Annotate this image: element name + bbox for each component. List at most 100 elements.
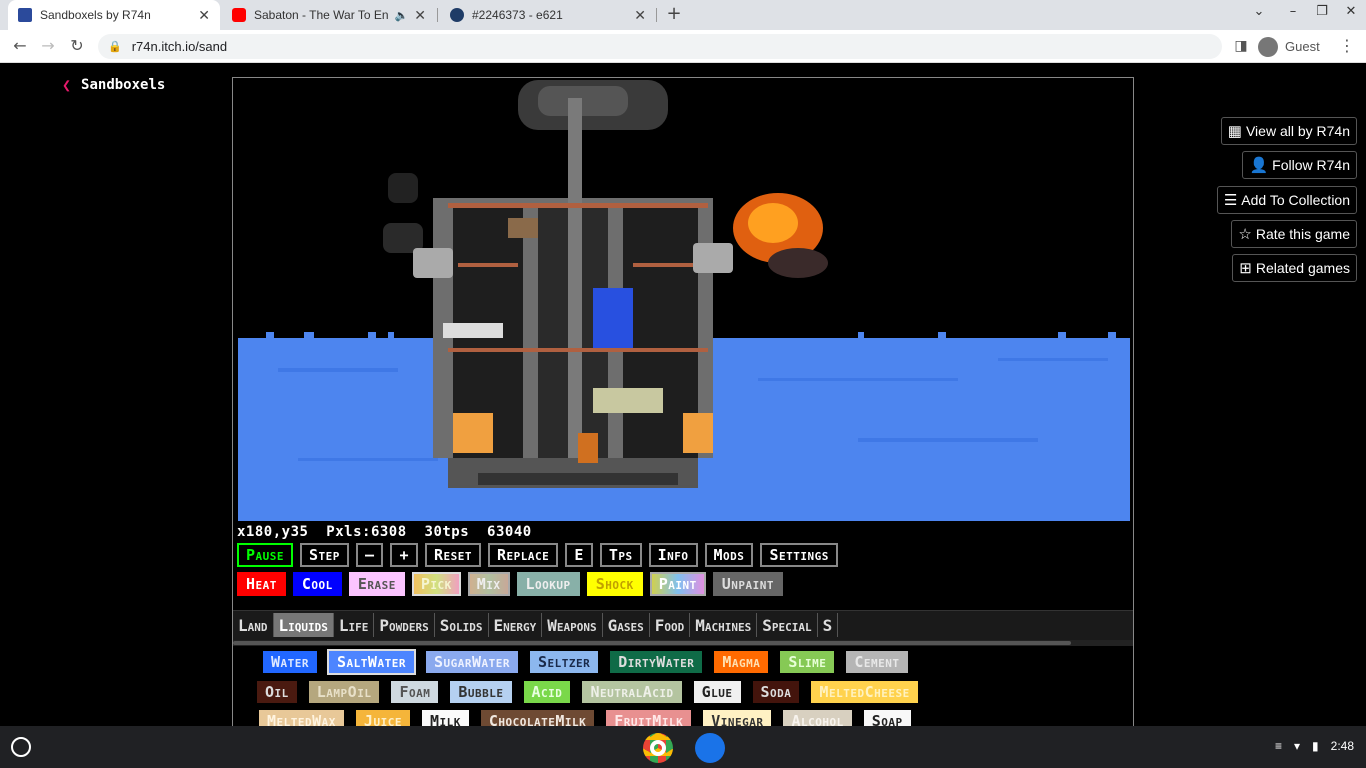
close-icon[interactable]: ✕ bbox=[414, 7, 426, 24]
element-saltwater-button[interactable]: SaltWater bbox=[327, 649, 416, 675]
itch-page: ❮ Sandboxels ▦ View all by R74n 👤 Follow R… bbox=[0, 64, 1366, 726]
game-iframe[interactable]: x180,y35 Pxls:6308 30tps 63040 Pause Ste… bbox=[232, 77, 1134, 726]
element-cement-button[interactable]: Cement bbox=[844, 649, 910, 675]
playlist-add-icon: ☰ bbox=[1223, 192, 1238, 209]
step-button[interactable]: Step bbox=[300, 543, 349, 567]
element-fruitmilk-button[interactable]: FruitMilk bbox=[604, 708, 694, 726]
heat-tool-button[interactable]: Heat bbox=[237, 572, 286, 596]
element-water-button[interactable]: Water bbox=[261, 649, 320, 675]
status-area[interactable]: ≡ ▾ ▮ 2:48 bbox=[1275, 739, 1354, 753]
reload-icon[interactable]: ↻ bbox=[66, 35, 88, 57]
cool-tool-button[interactable]: Cool bbox=[292, 572, 342, 596]
close-window-icon[interactable]: ✕ bbox=[1340, 4, 1362, 19]
element-slime-button[interactable]: Slime bbox=[778, 649, 837, 675]
tab-life[interactable]: Life bbox=[334, 613, 375, 637]
element-magma-button[interactable]: Magma bbox=[712, 649, 771, 675]
os-shelf: ≡ ▾ ▮ 2:48 bbox=[0, 726, 1366, 768]
pause-button[interactable]: Pause bbox=[237, 543, 294, 567]
element-foam-button[interactable]: Foam bbox=[389, 679, 441, 705]
mods-button[interactable]: Mods bbox=[704, 543, 754, 567]
close-icon[interactable]: ✕ bbox=[634, 7, 646, 24]
pick-tool-button[interactable]: Pick bbox=[411, 572, 461, 596]
element-vinegar-button[interactable]: Vinegar bbox=[701, 708, 774, 726]
tab-special[interactable]: Special bbox=[757, 613, 818, 637]
element-lampoil-button[interactable]: LampOil bbox=[306, 679, 382, 705]
files-icon[interactable] bbox=[695, 733, 725, 763]
tps-button[interactable]: Tps bbox=[599, 543, 642, 567]
lookup-tool-button[interactable]: Lookup bbox=[516, 572, 580, 596]
element-seltzer-button[interactable]: Seltzer bbox=[528, 649, 601, 675]
related-games-button[interactable]: ⊞ Related games bbox=[1232, 254, 1357, 282]
tab-food[interactable]: Food bbox=[650, 613, 691, 637]
info-button[interactable]: Info bbox=[648, 543, 698, 567]
reset-button[interactable]: Reset bbox=[425, 543, 482, 567]
game-title-link: Sandboxels bbox=[81, 77, 166, 93]
e-button[interactable]: E bbox=[565, 543, 593, 567]
element-milk-button[interactable]: Milk bbox=[419, 708, 471, 726]
back-arrow-icon[interactable]: ← bbox=[9, 35, 31, 57]
tab-sabaton[interactable]: Sabaton - The War To End All Wars 🔈 ✕ bbox=[222, 0, 436, 30]
rate-game-button[interactable]: ☆ Rate this game bbox=[1231, 220, 1357, 248]
address-bar[interactable]: 🔒 r74n.itch.io/sand bbox=[98, 34, 1222, 59]
tab-land[interactable]: Land bbox=[233, 613, 274, 637]
element-neutralacid-button[interactable]: NeutralAcid bbox=[580, 679, 684, 705]
element-soap-button[interactable]: Soap bbox=[861, 708, 913, 726]
element-oil-button[interactable]: Oil bbox=[255, 679, 299, 705]
unpaint-tool-button[interactable]: Unpaint bbox=[712, 572, 784, 596]
element-glue-button[interactable]: Glue bbox=[691, 679, 743, 705]
element-sugarwater-button[interactable]: SugarWater bbox=[423, 649, 520, 675]
launcher-icon[interactable] bbox=[11, 737, 31, 757]
menu-kebab-icon[interactable]: ⋮ bbox=[1336, 35, 1358, 57]
element-alcohol-button[interactable]: Alcohol bbox=[781, 708, 854, 726]
tab-s-partial[interactable]: S bbox=[818, 613, 839, 637]
e621-favicon-icon bbox=[450, 8, 464, 22]
element-bubble-button[interactable]: Bubble bbox=[448, 679, 514, 705]
add-to-collection-button[interactable]: ☰ Add To Collection bbox=[1216, 186, 1357, 214]
side-panel-icon[interactable]: ◨ bbox=[1230, 35, 1252, 57]
back-to-game-link[interactable]: ❮ Sandboxels bbox=[62, 76, 165, 94]
forward-arrow-icon[interactable]: → bbox=[37, 35, 59, 57]
tab-weapons[interactable]: Weapons bbox=[542, 613, 603, 637]
media-queue-icon[interactable]: ≡ bbox=[1275, 739, 1282, 753]
profile-button[interactable]: Guest bbox=[1258, 34, 1320, 59]
increase-size-button[interactable]: + bbox=[390, 543, 418, 567]
element-meltedwax-button[interactable]: MeltedWax bbox=[257, 708, 346, 726]
new-tab-icon[interactable]: + bbox=[663, 3, 685, 25]
minimize-icon[interactable]: – bbox=[1282, 4, 1304, 19]
close-icon[interactable]: ✕ bbox=[198, 7, 210, 24]
erase-tool-button[interactable]: Erase bbox=[348, 572, 405, 596]
tab-gases[interactable]: Gases bbox=[603, 613, 650, 637]
element-dirtywater-button[interactable]: DirtyWater bbox=[608, 649, 705, 675]
category-tabs: Land Liquids Life Powders Solids Energy … bbox=[233, 610, 1133, 640]
store-icon: ▦ bbox=[1227, 123, 1242, 140]
tab-machines[interactable]: Machines bbox=[690, 613, 758, 637]
chrome-icon[interactable] bbox=[643, 733, 673, 763]
shock-tool-button[interactable]: Shock bbox=[586, 572, 643, 596]
scrollbar-thumb[interactable] bbox=[233, 641, 1071, 645]
tab-e621[interactable]: #2246373 - e621 ✕ bbox=[440, 0, 656, 30]
settings-button[interactable]: Settings bbox=[760, 543, 838, 567]
tab-sandboxels[interactable]: Sandboxels by R74n ✕ bbox=[8, 0, 220, 30]
element-meltedcheese-button[interactable]: MeltedCheese bbox=[809, 679, 920, 705]
sandboxels-favicon-icon bbox=[18, 8, 32, 22]
speaker-icon[interactable]: 🔈 bbox=[395, 9, 409, 22]
replace-button[interactable]: Replace bbox=[488, 543, 559, 567]
follow-button[interactable]: 👤 Follow R74n bbox=[1242, 151, 1357, 179]
tab-liquids[interactable]: Liquids bbox=[273, 613, 334, 637]
tab-powders[interactable]: Powders bbox=[374, 613, 435, 637]
paint-tool-button[interactable]: Paint bbox=[649, 572, 706, 596]
element-soda-button[interactable]: Soda bbox=[750, 679, 802, 705]
maximize-icon[interactable]: ❐ bbox=[1311, 4, 1333, 19]
view-all-button[interactable]: ▦ View all by R74n bbox=[1220, 117, 1357, 145]
tab-energy[interactable]: Energy bbox=[489, 613, 543, 637]
add-user-icon: 👤 bbox=[1249, 157, 1269, 174]
element-chocolatemilk-button[interactable]: ChocolateMilk bbox=[478, 708, 597, 726]
mix-tool-button[interactable]: Mix bbox=[467, 572, 510, 596]
element-juice-button[interactable]: Juice bbox=[353, 708, 412, 726]
category-scrollbar[interactable] bbox=[233, 640, 1133, 646]
tab-solids[interactable]: Solids bbox=[435, 613, 489, 637]
decrease-size-button[interactable]: – bbox=[355, 543, 384, 567]
element-acid-button[interactable]: Acid bbox=[521, 679, 573, 705]
simulation-canvas[interactable] bbox=[238, 78, 1130, 521]
tab-search-icon[interactable]: ⌄ bbox=[1248, 4, 1270, 19]
